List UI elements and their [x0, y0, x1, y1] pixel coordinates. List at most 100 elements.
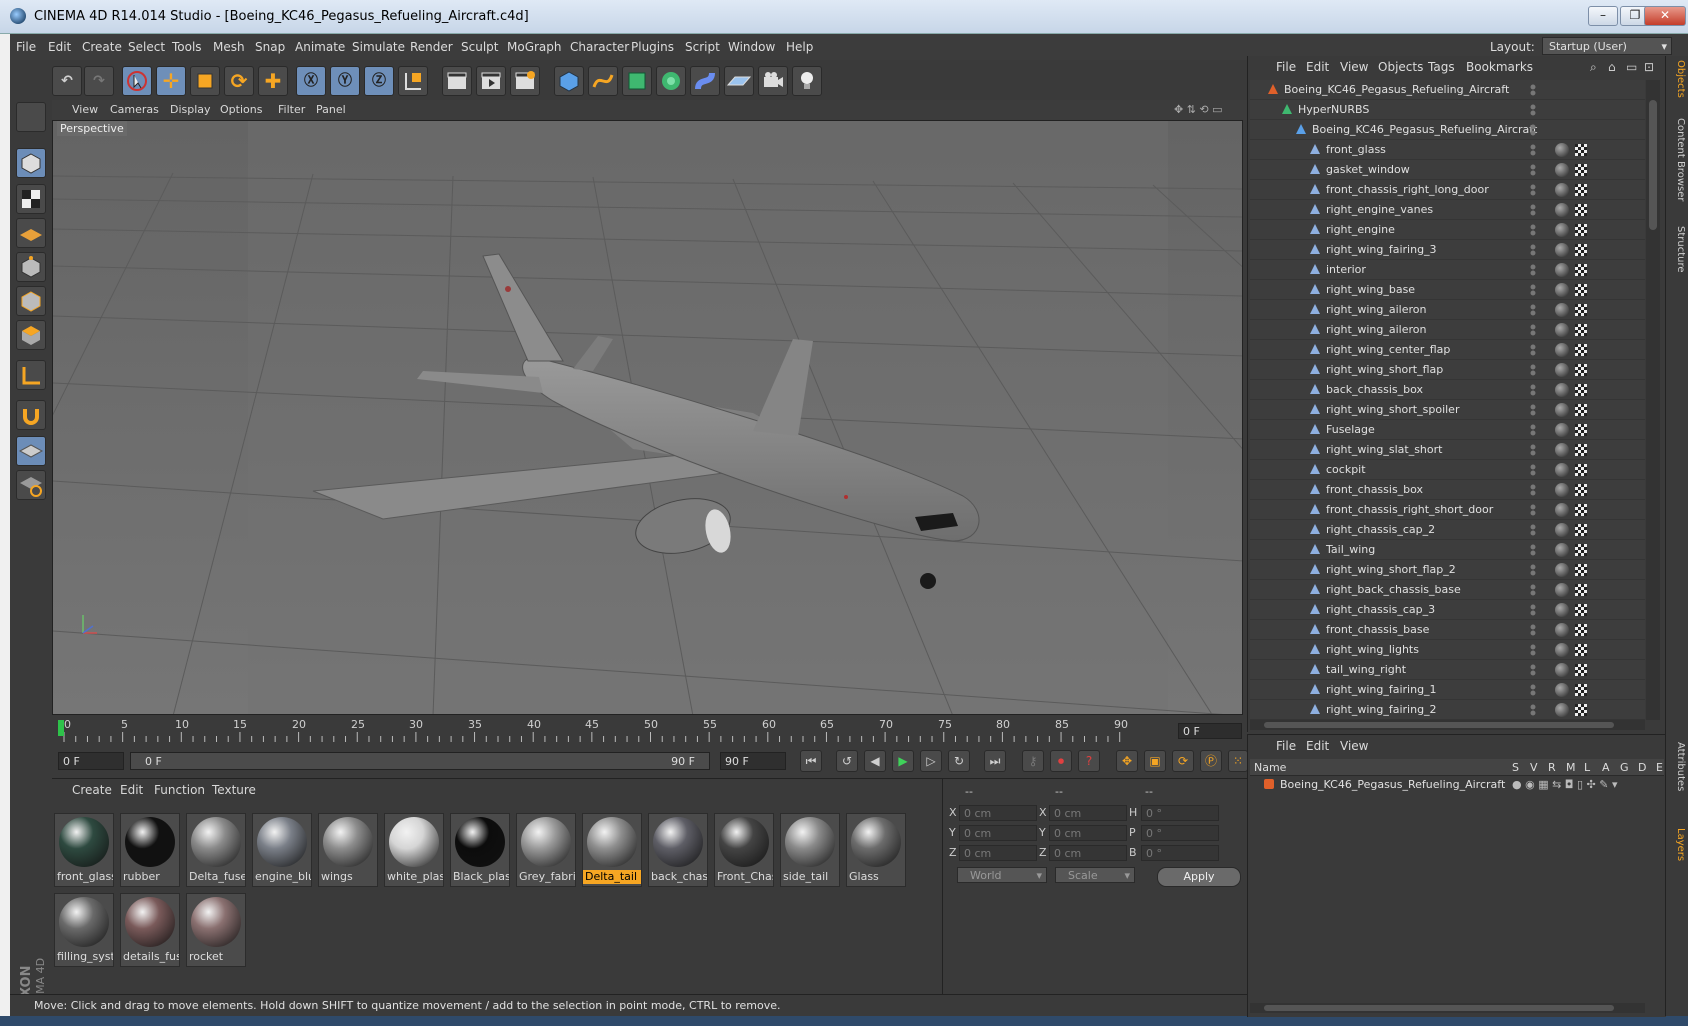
- folder-icon[interactable]: ▭: [1626, 60, 1637, 74]
- frame-range-slider[interactable]: 0 F 90 F: [130, 752, 710, 770]
- texture-tag-icon[interactable]: [1575, 364, 1587, 376]
- viewport-menu-filter[interactable]: Filter: [278, 103, 305, 116]
- object-tree-row[interactable]: right_wing_fairing_1: [1250, 680, 1645, 700]
- layer-col-render[interactable]: R: [1548, 761, 1556, 774]
- object-tree-row[interactable]: right_engine: [1250, 220, 1645, 240]
- record-keys-button[interactable]: ⚷: [1022, 750, 1044, 772]
- visibility-dots-icon[interactable]: [1528, 423, 1538, 437]
- key-rotation-button[interactable]: ⟳: [1172, 750, 1194, 772]
- menu-create[interactable]: Create: [82, 40, 122, 54]
- material-swatch[interactable]: Glass: [846, 813, 906, 887]
- material-tag-icon[interactable]: [1555, 583, 1569, 597]
- material-tag-icon[interactable]: [1555, 623, 1569, 637]
- viewport-menu-options[interactable]: Options: [220, 103, 262, 116]
- key-pla-button[interactable]: ⁙: [1228, 750, 1248, 772]
- texture-tag-icon[interactable]: [1575, 224, 1587, 236]
- menu-simulate[interactable]: Simulate: [352, 40, 405, 54]
- home-icon[interactable]: ⌂: [1608, 60, 1616, 74]
- object-tree-row[interactable]: right_wing_center_flap: [1250, 340, 1645, 360]
- close-button[interactable]: ✕: [1644, 6, 1686, 26]
- add-environment-button[interactable]: [724, 66, 754, 96]
- add-cube-button[interactable]: [554, 66, 584, 96]
- material-tag-icon[interactable]: [1555, 403, 1569, 417]
- layer-col-manager[interactable]: M: [1566, 761, 1576, 774]
- material-swatch[interactable]: front_glass: [54, 813, 114, 887]
- z-axis-button[interactable]: Ⓩ: [364, 66, 394, 96]
- texture-tag-icon[interactable]: [1575, 304, 1587, 316]
- goto-next-frame-button[interactable]: ▷: [920, 750, 942, 772]
- material-swatch[interactable]: Grey_fabric: [516, 813, 576, 887]
- minimize-button[interactable]: –: [1588, 6, 1618, 26]
- key-parameter-button[interactable]: Ⓟ: [1200, 750, 1222, 772]
- visibility-dots-icon[interactable]: [1528, 143, 1538, 157]
- visibility-dots-icon[interactable]: [1528, 123, 1538, 137]
- material-tag-icon[interactable]: [1555, 563, 1569, 577]
- coord-value-field[interactable]: 0 °: [1141, 825, 1219, 841]
- undo-button[interactable]: ↶: [52, 66, 82, 96]
- objects-menu-view[interactable]: View: [1340, 60, 1368, 74]
- texture-tag-icon[interactable]: [1575, 204, 1587, 216]
- scale-tool-button[interactable]: [190, 66, 220, 96]
- menu-window[interactable]: Window: [728, 40, 775, 54]
- material-swatch[interactable]: back_chass: [648, 813, 708, 887]
- layer-col-animation[interactable]: A: [1602, 761, 1610, 774]
- add-nurbs-button[interactable]: [622, 66, 652, 96]
- object-tree-row[interactable]: right_wing_fairing_3: [1250, 240, 1645, 260]
- coord-value-field[interactable]: 0 °: [1141, 805, 1219, 821]
- material-tag-icon[interactable]: [1555, 383, 1569, 397]
- texture-mode-button[interactable]: [16, 184, 46, 214]
- add-camera-button[interactable]: [758, 66, 788, 96]
- side-tab-layers[interactable]: Layers: [1668, 828, 1686, 861]
- visibility-dots-icon[interactable]: [1528, 663, 1538, 677]
- object-tree-row[interactable]: right_wing_aileron: [1250, 300, 1645, 320]
- texture-tag-icon[interactable]: [1575, 164, 1587, 176]
- viewport-menu-view[interactable]: View: [72, 103, 98, 116]
- material-swatch[interactable]: Black_plast: [450, 813, 510, 887]
- add-light-button[interactable]: [792, 66, 822, 96]
- material-tag-icon[interactable]: [1555, 443, 1569, 457]
- visibility-dots-icon[interactable]: [1528, 483, 1538, 497]
- object-tree-row[interactable]: cockpit: [1250, 460, 1645, 480]
- texture-tag-icon[interactable]: [1575, 144, 1587, 156]
- menu-snap[interactable]: Snap: [255, 40, 285, 54]
- material-tag-icon[interactable]: [1555, 323, 1569, 337]
- visibility-dots-icon[interactable]: [1528, 243, 1538, 257]
- texture-tag-icon[interactable]: [1575, 324, 1587, 336]
- goto-start-button[interactable]: ⏮: [800, 750, 822, 772]
- hscroll-thumb[interactable]: [1264, 1005, 1614, 1011]
- object-tree-row[interactable]: front_chassis_right_long_door: [1250, 180, 1645, 200]
- visibility-dots-icon[interactable]: [1528, 683, 1538, 697]
- viewport-menu-cameras[interactable]: Cameras: [110, 103, 159, 116]
- object-tree-row[interactable]: right_engine_vanes: [1250, 200, 1645, 220]
- material-tag-icon[interactable]: [1555, 203, 1569, 217]
- visibility-dots-icon[interactable]: [1528, 603, 1538, 617]
- material-swatch[interactable]: details_fus: [120, 893, 180, 967]
- visibility-dots-icon[interactable]: [1528, 83, 1538, 97]
- material-tag-icon[interactable]: [1555, 643, 1569, 657]
- layers-menu-view[interactable]: View: [1340, 739, 1368, 753]
- material-tag-icon[interactable]: [1555, 163, 1569, 177]
- workplane-lock-button[interactable]: [16, 436, 46, 466]
- recent-tool-button[interactable]: ✚: [258, 66, 288, 96]
- material-tag-icon[interactable]: [1555, 303, 1569, 317]
- visibility-dots-icon[interactable]: [1528, 543, 1538, 557]
- render-to-picture-viewer-button[interactable]: [476, 66, 506, 96]
- material-swatch[interactable]: filling_syst: [54, 893, 114, 967]
- coord-value-field[interactable]: 0 cm: [1049, 845, 1127, 861]
- material-menu-create[interactable]: Create: [72, 783, 112, 797]
- material-swatch[interactable]: wings: [318, 813, 378, 887]
- y-axis-button[interactable]: Ⓨ: [330, 66, 360, 96]
- material-tag-icon[interactable]: [1555, 243, 1569, 257]
- object-tree-row[interactable]: right_chassis_cap_2: [1250, 520, 1645, 540]
- coord-value-field[interactable]: 0 cm: [959, 805, 1037, 821]
- layout-select[interactable]: Startup (User) ▾: [1542, 37, 1672, 55]
- material-tag-icon[interactable]: [1555, 343, 1569, 357]
- material-swatch[interactable]: Delta_fusel: [186, 813, 246, 887]
- new-window-icon[interactable]: ⊡: [1644, 60, 1654, 74]
- render-view-button[interactable]: [442, 66, 472, 96]
- menu-help[interactable]: Help: [786, 40, 813, 54]
- autokey-button[interactable]: ⏺: [1050, 750, 1072, 772]
- live-selection-button[interactable]: [122, 66, 152, 96]
- visibility-dots-icon[interactable]: [1528, 343, 1538, 357]
- texture-tag-icon[interactable]: [1575, 184, 1587, 196]
